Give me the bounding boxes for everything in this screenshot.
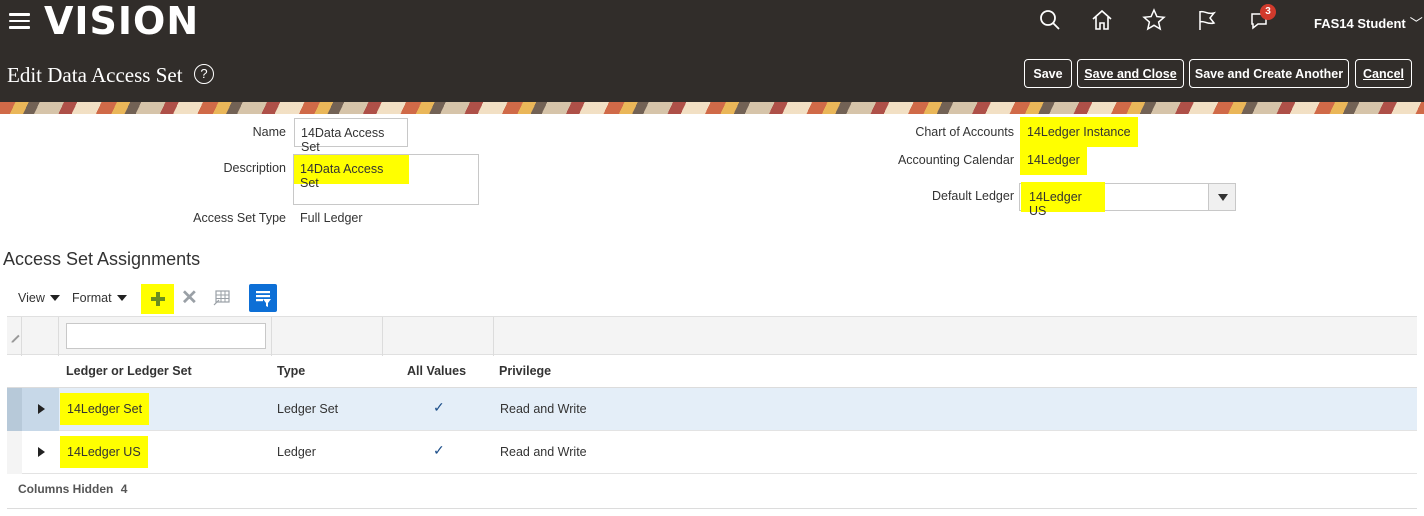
home-icon[interactable] [1090, 8, 1114, 32]
view-menu[interactable]: View [18, 291, 60, 305]
accounting-calendar-value: 14Ledger [1020, 145, 1087, 175]
columns-hidden-label: Columns Hidden [18, 482, 114, 496]
column-header-all-values[interactable]: All Values [407, 364, 466, 378]
checkmark-icon: ✓ [433, 442, 445, 458]
filter-cell-all-values [383, 317, 494, 356]
table-row[interactable]: 14Ledger Set Ledger Set ✓ Read and Write [7, 388, 1417, 431]
accounting-calendar-label: Accounting Calendar [897, 153, 1014, 167]
notification-count-badge: 3 [1260, 4, 1276, 20]
filter-expander-cell [22, 317, 59, 356]
flag-icon[interactable] [1195, 8, 1219, 32]
caret-down-icon [116, 295, 127, 301]
privilege-cell: Read and Write [500, 445, 587, 459]
page-title-bar: Edit Data Access Set ? Save Save and Clo… [0, 44, 1424, 102]
table-header-row: Ledger or Ledger Set Type All Values Pri… [7, 355, 1417, 388]
columns-hidden-status: Columns Hidden 4 [18, 482, 127, 496]
column-header-privilege[interactable]: Privilege [499, 364, 551, 378]
section-title: Access Set Assignments [3, 249, 201, 269]
filter-gutter [7, 317, 22, 356]
access-set-type-label: Access Set Type [193, 211, 286, 225]
default-ledger-select[interactable]: 14Ledger US [1019, 182, 1236, 218]
column-header-ledger[interactable]: Ledger or Ledger Set [66, 364, 192, 378]
star-icon[interactable] [1142, 8, 1166, 32]
clear-filter-icon[interactable] [10, 332, 21, 343]
name-label: Name [252, 125, 286, 139]
privilege-cell: Read and Write [500, 402, 587, 416]
save-button[interactable]: Save [1024, 59, 1072, 88]
format-menu-label: Format [72, 291, 112, 305]
cancel-button[interactable]: Cancel [1355, 59, 1412, 88]
chart-of-accounts-value: 14Ledger Instance [1020, 117, 1138, 147]
description-textarea[interactable]: 14Data Access Set [293, 154, 479, 205]
ledger-filter-input[interactable] [66, 323, 266, 349]
filter-cell-type [272, 317, 383, 356]
dropdown-arrow-icon[interactable] [1208, 184, 1235, 210]
checkmark-icon: ✓ [433, 399, 445, 415]
user-menu[interactable]: FAS14 Student ﹀ [1314, 13, 1423, 32]
name-input[interactable]: 14Data Access Set [294, 118, 408, 154]
column-header-type[interactable]: Type [277, 364, 305, 378]
row-selector[interactable] [7, 431, 22, 474]
description-value: 14Data Access Set [294, 155, 409, 190]
freeze-columns-icon[interactable] [213, 290, 231, 306]
table-row[interactable]: 14Ledger US Ledger ✓ Read and Write [7, 431, 1417, 474]
ledger-cell: 14Ledger Set [60, 393, 150, 425]
add-row-icon[interactable] [141, 284, 174, 314]
default-ledger-label: Default Ledger [931, 189, 1014, 203]
help-icon[interactable]: ? [194, 64, 214, 84]
default-ledger-value: 14Ledger US [1021, 182, 1105, 218]
global-header: VISION 3 FAS14 Student ﹀ [0, 0, 1424, 44]
divider [7, 508, 1417, 509]
columns-hidden-count: 4 [120, 482, 128, 496]
chevron-down-icon: ﹀ [1409, 16, 1423, 31]
filter-row [7, 316, 1417, 356]
access-set-type-value: Full Ledger [300, 211, 363, 225]
query-by-example-icon[interactable] [249, 284, 277, 312]
save-and-close-button[interactable]: Save and Close [1077, 59, 1184, 88]
view-menu-label: View [18, 291, 45, 305]
access-set-assignments-table: Ledger or Ledger Set Type All Values Pri… [7, 316, 1417, 474]
page-title: Edit Data Access Set [7, 63, 183, 87]
type-cell: Ledger [277, 445, 316, 459]
search-icon[interactable] [1038, 8, 1062, 32]
expand-row-icon[interactable] [22, 388, 59, 431]
delete-icon[interactable]: ✕ [181, 288, 199, 308]
format-menu[interactable]: Format [72, 291, 127, 305]
navigator-menu-icon[interactable] [9, 13, 30, 29]
user-name: FAS14 Student [1314, 16, 1406, 31]
caret-down-icon [49, 295, 60, 301]
description-label: Description [223, 161, 286, 175]
expand-row-icon[interactable] [22, 431, 59, 474]
save-and-create-another-button[interactable]: Save and Create Another [1189, 59, 1349, 88]
chart-of-accounts-label: Chart of Accounts [915, 125, 1014, 139]
row-selector[interactable] [7, 388, 22, 431]
brand-logo[interactable]: VISION [44, 0, 199, 43]
ledger-cell: 14Ledger US [60, 436, 148, 468]
decorative-banner [0, 102, 1424, 114]
type-cell: Ledger Set [277, 402, 339, 416]
